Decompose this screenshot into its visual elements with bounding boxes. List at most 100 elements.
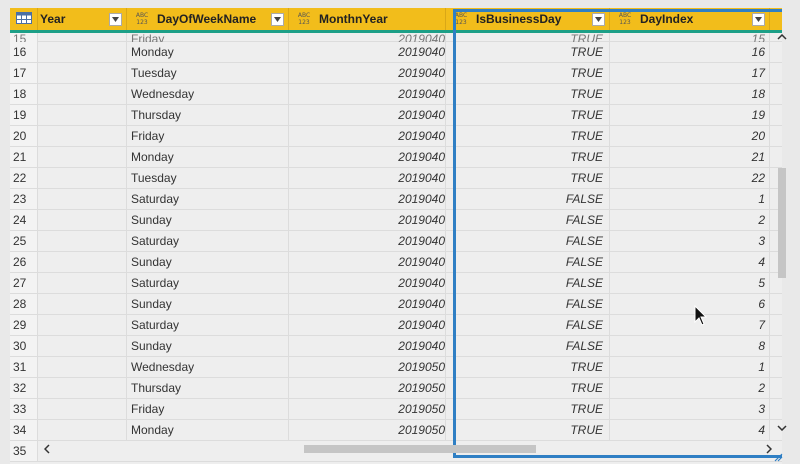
cell-isbusinessday[interactable]: TRUE: [446, 420, 610, 440]
cell-dayofweekname[interactable]: Friday: [127, 399, 289, 419]
cell-year[interactable]: [38, 126, 127, 146]
cell-dayindex[interactable]: 21: [610, 147, 770, 167]
cell-monthnyear[interactable]: 2019040: [289, 210, 446, 230]
cell-dayindex[interactable]: 5: [610, 273, 770, 293]
cell-dayindex[interactable]: 22: [610, 168, 770, 188]
cell-monthnyear[interactable]: 2019040: [289, 168, 446, 188]
cell-dayindex[interactable]: 20: [610, 126, 770, 146]
cell-dayindex[interactable]: 3: [610, 231, 770, 251]
cell-dayindex[interactable]: 8: [610, 336, 770, 356]
cell-monthnyear[interactable]: 2019040: [289, 84, 446, 104]
column-filter-dropdown-year[interactable]: [109, 12, 122, 26]
cell-year[interactable]: [38, 147, 127, 167]
cell-isbusinessday[interactable]: FALSE: [446, 210, 610, 230]
cell-dayofweekname[interactable]: Friday: [127, 126, 289, 146]
resize-grip-icon[interactable]: [773, 452, 783, 462]
cell-monthnyear[interactable]: 2019040: [289, 273, 446, 293]
cell-isbusinessday[interactable]: TRUE: [446, 63, 610, 83]
cell-dayindex[interactable]: 6: [610, 294, 770, 314]
cell-isbusinessday[interactable]: FALSE: [446, 336, 610, 356]
cell-isbusinessday[interactable]: TRUE: [446, 33, 610, 42]
chevron-down-icon[interactable]: [775, 421, 789, 435]
cell-isbusinessday[interactable]: TRUE: [446, 378, 610, 398]
cell-year[interactable]: [38, 357, 127, 377]
cell-dayofweekname[interactable]: Friday: [127, 33, 289, 42]
cell-isbusinessday[interactable]: TRUE: [446, 126, 610, 146]
cell-dayindex[interactable]: 18: [610, 84, 770, 104]
cell-dayindex[interactable]: 1: [610, 189, 770, 209]
cell-isbusinessday[interactable]: TRUE: [446, 42, 610, 62]
cell-year[interactable]: [38, 210, 127, 230]
column-header-isbusinessday[interactable]: ABC 123 IsBusinessDay: [446, 8, 610, 30]
cell-isbusinessday[interactable]: TRUE: [446, 147, 610, 167]
cell-monthnyear[interactable]: 2019050: [289, 420, 446, 440]
cell-isbusinessday[interactable]: TRUE: [446, 168, 610, 188]
cell-dayofweekname[interactable]: Saturday: [127, 189, 289, 209]
cell-year[interactable]: [38, 273, 127, 293]
cell-dayofweekname[interactable]: Tuesday: [127, 63, 289, 83]
cell-monthnyear[interactable]: 2019040: [289, 126, 446, 146]
cell-monthnyear[interactable]: 2019040: [289, 252, 446, 272]
cell-year[interactable]: [38, 84, 127, 104]
cell-isbusinessday[interactable]: FALSE: [446, 231, 610, 251]
cell-year[interactable]: [38, 420, 127, 440]
column-filter-dropdown-isbusinessday[interactable]: [592, 12, 605, 26]
cell-year[interactable]: [38, 252, 127, 272]
cell-isbusinessday[interactable]: FALSE: [446, 252, 610, 272]
cell-dayindex[interactable]: 2: [610, 378, 770, 398]
cell-dayofweekname[interactable]: Monday: [127, 147, 289, 167]
cell-monthnyear[interactable]: 2019040: [289, 336, 446, 356]
chevron-left-icon[interactable]: [40, 442, 54, 456]
column-filter-dropdown-dayofweekname[interactable]: [271, 12, 284, 26]
cell-dayofweekname[interactable]: Sunday: [127, 294, 289, 314]
cell-dayindex[interactable]: 7: [610, 315, 770, 335]
cell-year[interactable]: [38, 63, 127, 83]
cell-dayofweekname[interactable]: Saturday: [127, 273, 289, 293]
cell-monthnyear[interactable]: 2019040: [289, 315, 446, 335]
cell-dayofweekname[interactable]: Monday: [127, 420, 289, 440]
cell-year[interactable]: [38, 399, 127, 419]
vertical-scrollbar[interactable]: [775, 30, 789, 435]
cell-year[interactable]: [38, 33, 127, 42]
cell-dayindex[interactable]: 4: [610, 252, 770, 272]
cell-dayindex[interactable]: 15: [610, 33, 770, 42]
cell-year[interactable]: [38, 315, 127, 335]
cell-year[interactable]: [38, 105, 127, 125]
cell-isbusinessday[interactable]: FALSE: [446, 315, 610, 335]
cell-dayofweekname[interactable]: Tuesday: [127, 168, 289, 188]
cell-monthnyear[interactable]: 2019050: [289, 357, 446, 377]
cell-dayofweekname[interactable]: Sunday: [127, 210, 289, 230]
cell-dayindex[interactable]: 1: [610, 357, 770, 377]
cell-isbusinessday[interactable]: TRUE: [446, 399, 610, 419]
cell-dayofweekname[interactable]: Wednesday: [127, 84, 289, 104]
chevron-up-icon[interactable]: [775, 30, 789, 44]
cell-monthnyear[interactable]: 2019050: [289, 378, 446, 398]
cell-year[interactable]: [38, 42, 127, 62]
cell-monthnyear[interactable]: 2019040: [289, 231, 446, 251]
cell-dayofweekname[interactable]: Saturday: [127, 231, 289, 251]
cell-year[interactable]: [38, 231, 127, 251]
cell-dayofweekname[interactable]: Thursday: [127, 105, 289, 125]
cell-isbusinessday[interactable]: FALSE: [446, 294, 610, 314]
column-header-dayofweekname[interactable]: ABC 123 DayOfWeekName: [127, 8, 289, 30]
cell-monthnyear[interactable]: 2019040: [289, 105, 446, 125]
cell-year[interactable]: [38, 168, 127, 188]
column-filter-dropdown-dayindex[interactable]: [752, 12, 765, 26]
cell-dayindex[interactable]: 17: [610, 63, 770, 83]
cell-dayofweekname[interactable]: Sunday: [127, 336, 289, 356]
cell-year[interactable]: [38, 294, 127, 314]
horizontal-scrollbar[interactable]: [40, 442, 776, 456]
cell-monthnyear[interactable]: 2019040: [289, 189, 446, 209]
cell-monthnyear[interactable]: 2019040: [289, 147, 446, 167]
horizontal-scroll-thumb[interactable]: [304, 445, 536, 453]
cell-dayindex[interactable]: 16: [610, 42, 770, 62]
cell-dayofweekname[interactable]: Sunday: [127, 252, 289, 272]
cell-monthnyear[interactable]: 2019050: [289, 399, 446, 419]
cell-monthnyear[interactable]: 2019040: [289, 294, 446, 314]
column-header-year[interactable]: Year: [38, 8, 127, 30]
cell-dayindex[interactable]: 2: [610, 210, 770, 230]
cell-monthnyear[interactable]: 2019040: [289, 63, 446, 83]
cell-dayindex[interactable]: 19: [610, 105, 770, 125]
cell-year[interactable]: [38, 378, 127, 398]
cell-monthnyear[interactable]: 2019040: [289, 42, 446, 62]
